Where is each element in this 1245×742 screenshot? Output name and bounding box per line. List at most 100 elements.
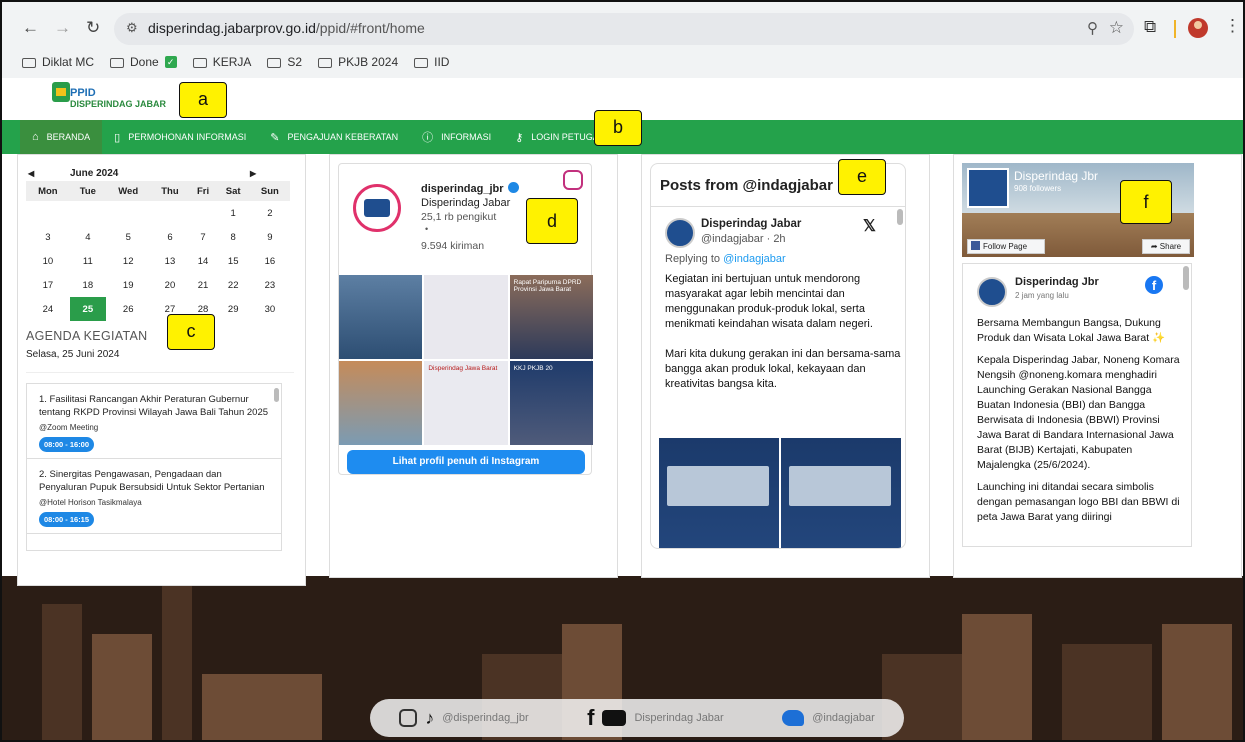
calendar-day[interactable]: 18 [70, 273, 106, 297]
calendar-day[interactable]: 4 [70, 225, 106, 249]
bookmark-pkjb-2024[interactable]: PKJB 2024 [318, 52, 398, 72]
logo-text-ppid[interactable]: PPID [70, 87, 96, 99]
calendar-day[interactable]: 6 [150, 225, 189, 249]
agenda-list[interactable]: 1. Fasilitasi Rancangan Akhir Peraturan … [26, 383, 282, 551]
footer-instagram-tiktok[interactable]: ♪ @disperindag_jbr [399, 708, 529, 729]
calendar-day[interactable]: 23 [250, 273, 290, 297]
nav-beranda[interactable]: ⌂ BERANDA [20, 120, 103, 154]
instagram-username[interactable]: disperindag_jbr [421, 182, 519, 195]
calendar-day[interactable]: 2 [250, 201, 290, 225]
building [92, 634, 152, 740]
nav-informasi[interactable]: ⓘ INFORMASI [410, 120, 503, 154]
tile-caption: KKJ PKJB 20 [513, 365, 553, 372]
nav-pengajuan-keberatan[interactable]: ✎ PENGAJUAN KEBERATAN [258, 120, 410, 154]
twitter-avatar[interactable] [665, 218, 695, 248]
facebook-post-author[interactable]: Disperindag Jbr [1015, 276, 1099, 288]
bookmark-kerja[interactable]: KERJA [192, 52, 251, 72]
calendar-day[interactable]: 29 [217, 297, 250, 321]
calendar-next-button[interactable]: ▶ [250, 169, 256, 178]
facebook-icon[interactable]: f [1145, 276, 1163, 294]
scrollbar[interactable] [1183, 266, 1189, 290]
calendar-day[interactable]: 13 [150, 249, 189, 273]
calendar-day[interactable]: 17 [26, 273, 70, 297]
calendar-day[interactable]: 10 [26, 249, 70, 273]
instagram-post-tile[interactable]: Rapat Paripurna DPRD Provinsi Jawa Barat [509, 275, 593, 359]
nav-label: PENGAJUAN KEBERATAN [287, 132, 399, 142]
divider [26, 372, 294, 373]
nav-permohonan-informasi[interactable]: ▯ PERMOHONAN INFORMASI [102, 120, 258, 154]
calendar-day[interactable]: 22 [217, 273, 250, 297]
calendar-day[interactable]: 30 [250, 297, 290, 321]
bookmark-done[interactable]: Done ✓ [110, 52, 177, 72]
calendar-empty-cell [106, 201, 151, 225]
calendar-day[interactable]: 9 [250, 225, 290, 249]
calendar-day[interactable]: 7 [189, 225, 216, 249]
reload-icon[interactable]: ↻ [86, 18, 100, 38]
calendar-day[interactable]: 1 [217, 201, 250, 225]
instagram-view-profile-button[interactable]: Lihat profil penuh di Instagram [347, 450, 585, 474]
agenda-item[interactable]: 1. Fasilitasi Rancangan Akhir Peraturan … [27, 384, 281, 459]
facebook-share-button[interactable]: ➦ Share [1142, 239, 1190, 254]
footer-facebook-youtube[interactable]: f Disperindag Jabar [587, 705, 724, 731]
tweet-image[interactable] [781, 438, 901, 548]
agenda-time-badge: 08:00 - 16:00 [39, 437, 95, 452]
scrollbar[interactable] [274, 388, 279, 402]
profile-avatar[interactable] [1188, 18, 1208, 38]
bookmarks-bar: Diklat MC Done ✓ KERJA S2 PKJB 2024 IID [22, 52, 449, 72]
extensions-icon[interactable]: ⧉ [1144, 17, 1156, 37]
bookmark-iid[interactable]: IID [414, 52, 449, 72]
bookmark-s2[interactable]: S2 [267, 52, 302, 72]
calendar-day[interactable]: 3 [26, 225, 70, 249]
tweet-paragraph: Kegiatan ini bertujuan untuk mendorong m… [665, 273, 873, 330]
tweet-author-name[interactable]: Disperindag Jabar [701, 218, 801, 230]
calendar-day[interactable]: 20 [150, 273, 189, 297]
facebook-follow-button[interactable]: Follow Page [967, 239, 1045, 254]
browser-menu-icon[interactable]: ⋮ [1224, 16, 1241, 36]
calendar-day[interactable]: 15 [217, 249, 250, 273]
back-icon[interactable]: ← [22, 18, 39, 38]
calendar-day[interactable]: 5 [106, 225, 151, 249]
instagram-avatar[interactable] [353, 184, 401, 232]
x-logo-icon[interactable]: 𝕏 [863, 216, 876, 236]
tweet-media[interactable] [659, 438, 901, 548]
calendar-day[interactable]: 16 [250, 249, 290, 273]
facebook-page-name[interactable]: Disperindag Jbr [1014, 169, 1098, 183]
reply-handle-link[interactable]: @indagjabar [723, 253, 786, 265]
address-bar[interactable]: ⚙ disperindag.jabarprov.go.id/ppid/#fron… [114, 13, 1134, 45]
building [1162, 624, 1232, 740]
ppid-logo-icon[interactable] [52, 82, 70, 102]
footer-twitter[interactable]: @indagjabar [782, 710, 875, 726]
instagram-post-tile[interactable] [339, 275, 423, 359]
instagram-icon[interactable] [563, 170, 583, 190]
bookmark-star-icon[interactable]: ☆ [1109, 18, 1124, 38]
instagram-post-tile[interactable]: Disperindag Jawa Barat [424, 361, 508, 445]
tweet-image[interactable] [659, 438, 779, 548]
instagram-post-tile[interactable] [339, 361, 423, 445]
calendar-day[interactable]: 14 [189, 249, 216, 273]
instagram-post-tile[interactable]: KKJ PKJB 20 [509, 361, 593, 445]
calendar-day[interactable]: 24 [26, 297, 70, 321]
calendar-day[interactable]: 21 [189, 273, 216, 297]
calendar-day[interactable]: 11 [70, 249, 106, 273]
forward-icon[interactable]: → [54, 18, 71, 38]
zoom-icon[interactable]: ⚲ [1087, 19, 1098, 37]
scrollbar[interactable] [897, 209, 903, 225]
url-path: /ppid/#front/home [315, 20, 425, 36]
calendar-week-row: 3456789 [26, 225, 290, 249]
calendar-day[interactable]: 26 [106, 297, 151, 321]
instagram-post-tile[interactable] [424, 275, 508, 359]
agenda-item[interactable]: 2. Sinergitas Pengawasan, Pengadaan dan … [27, 459, 281, 534]
calendar-day[interactable]: 8 [217, 225, 250, 249]
calendar-day-today[interactable]: 25 [69, 297, 106, 321]
folder-icon [192, 58, 207, 68]
site-info-icon[interactable]: ⚙ [126, 20, 138, 36]
calendar-prev-button[interactable]: ◀ [28, 169, 34, 178]
facebook-page-logo[interactable] [967, 168, 1009, 208]
bookmark-diklat-mc[interactable]: Diklat MC [22, 52, 94, 72]
calendar-day[interactable]: 12 [106, 249, 151, 273]
calendar-day[interactable]: 19 [106, 273, 151, 297]
facebook-post-avatar[interactable] [977, 277, 1007, 307]
nav-label: INFORMASI [441, 132, 492, 142]
share-icon: ➦ [1150, 242, 1158, 251]
logo-text-disperindag[interactable]: DISPERINDAG JABAR [70, 99, 166, 109]
